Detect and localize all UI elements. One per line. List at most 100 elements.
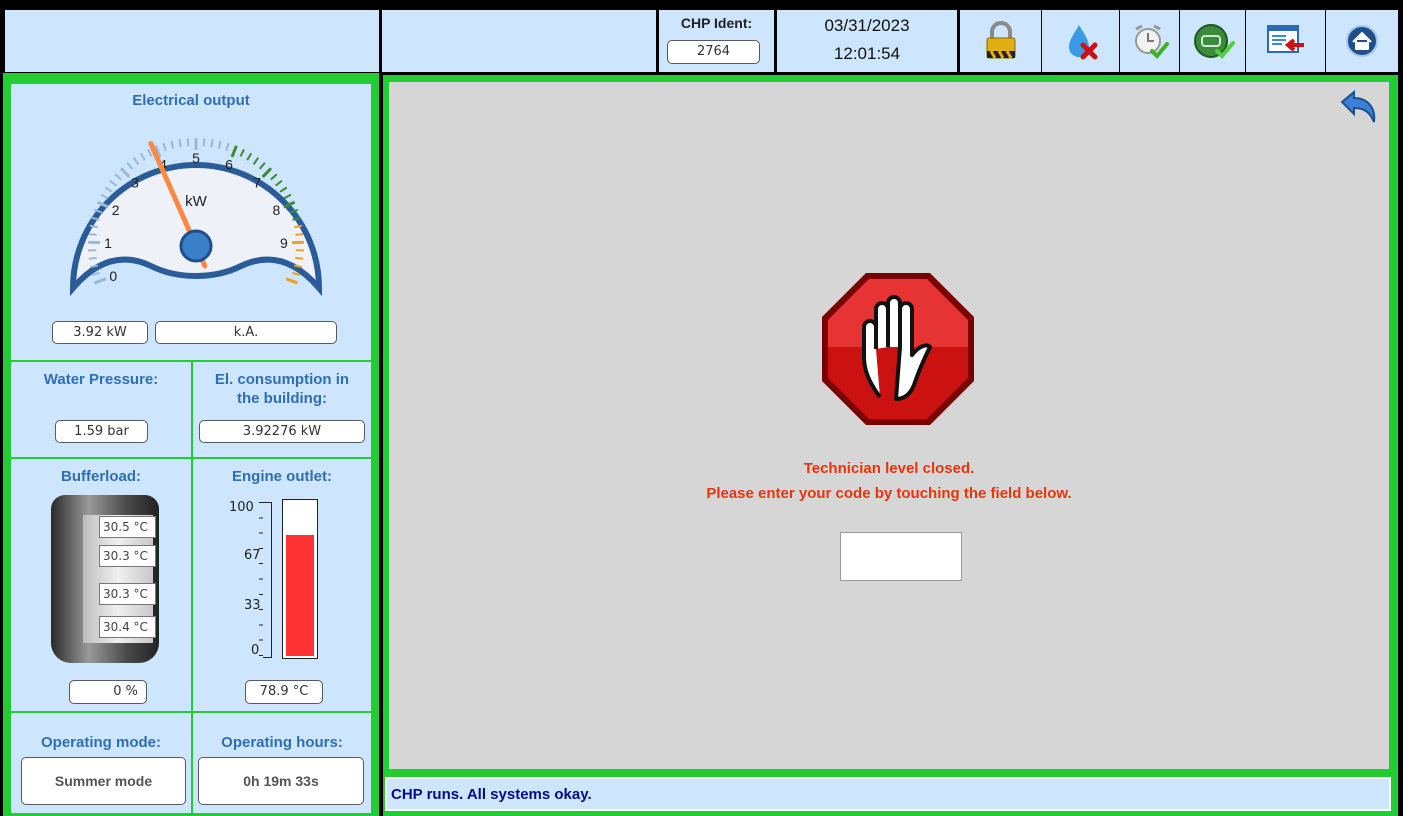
operating-hours-panel: Operating hours: 0h 19m 33s xyxy=(193,713,371,813)
datetime-cell: 03/31/2023 12:01:54 xyxy=(777,10,958,72)
technician-closed-text: Technician level closed. xyxy=(803,460,975,477)
gauge-tick xyxy=(295,232,304,236)
gauge-tick xyxy=(270,173,278,181)
top-blank xyxy=(382,10,657,72)
gauge-tick xyxy=(186,138,190,147)
gauge-tick xyxy=(261,167,273,178)
gauge-tick xyxy=(239,148,245,157)
water-status-button[interactable] xyxy=(1042,10,1120,72)
gauge-tick xyxy=(104,186,113,193)
consumption-value: 3.92276 kW xyxy=(199,420,365,443)
lock-button[interactable] xyxy=(960,10,1042,72)
engine-ok-icon xyxy=(1193,24,1235,59)
electrical-gauge: 01234 5 6789 kW xyxy=(69,138,323,297)
gauge-tick xyxy=(162,142,167,151)
gauge-scale-label: 2 xyxy=(112,202,120,218)
gauge-tick xyxy=(283,193,292,200)
buffer-temp-2: 30.3 °C xyxy=(99,545,156,567)
gauge-tick xyxy=(285,277,298,285)
electrical-output-value: 3.92 kW xyxy=(52,321,148,344)
gauge-tick xyxy=(109,179,117,187)
status-text: CHP runs. All systems okay. xyxy=(391,786,592,803)
operating-hours-value: 0h 19m 33s xyxy=(198,757,364,805)
gauge-scale-label: 9 xyxy=(280,235,288,251)
gauge-tick xyxy=(275,179,283,187)
engine-outlet-value: 78.9 °C xyxy=(245,680,323,704)
home-button[interactable] xyxy=(1326,10,1398,72)
gauge-tick xyxy=(88,256,97,260)
water-error-icon xyxy=(1068,25,1097,60)
gauge-tick xyxy=(295,256,304,260)
time-display: 12:01:54 xyxy=(833,44,901,63)
gauge-tick xyxy=(210,139,214,148)
gauge-tick xyxy=(279,186,288,193)
gauge-tick xyxy=(252,157,260,165)
electrical-output-panel: Electrical output 0123456789 kW 3.92 kW … xyxy=(11,84,371,360)
consumption-label-1: El. consumption in xyxy=(214,371,350,388)
status-bar: CHP runs. All systems okay. xyxy=(385,777,1391,811)
chp-ident-label: CHP Ident: xyxy=(680,15,753,31)
chp-ident-cell: CHP Ident: 2764 xyxy=(659,10,775,72)
bufferload-panel: Bufferload: 30.5 °C 30.3 °C 30.3 °C 30.4… xyxy=(11,459,191,711)
gauge-scale-label: 6 xyxy=(225,156,233,172)
gauge-tick xyxy=(88,232,97,236)
operating-mode-label: Operating mode: xyxy=(40,734,161,751)
gauge-hub xyxy=(179,229,213,263)
gauge-tick xyxy=(119,167,131,178)
top-left-blank xyxy=(5,10,380,72)
gauge-unit: kW xyxy=(185,193,208,210)
gauge-tick xyxy=(139,152,146,161)
gauge-tick xyxy=(132,157,140,165)
engine-scale-ticks xyxy=(259,502,263,656)
gauge-tick xyxy=(94,277,107,285)
bufferload-label: Bufferload: xyxy=(61,468,141,485)
gauge-tick xyxy=(202,138,206,147)
electrical-secondary-value: k.A. xyxy=(155,321,337,344)
consumption-panel: El. consumption in the building: 3.92276… xyxy=(193,362,371,457)
home-icon xyxy=(1346,25,1378,57)
gauge-scale-label: 3 xyxy=(131,175,139,191)
engine-bar-fill xyxy=(286,534,314,656)
gauge-tick xyxy=(246,152,253,161)
electrical-output-title: Electrical output xyxy=(132,92,250,109)
gauge-tick xyxy=(258,162,266,170)
operating-mode-value: Summer mode xyxy=(21,757,186,805)
operating-mode-panel: Operating mode: Summer mode xyxy=(11,713,191,813)
gauge-tick xyxy=(114,173,122,181)
exit-window-icon xyxy=(1266,25,1304,53)
gauge-tick xyxy=(225,142,230,151)
code-input-field[interactable] xyxy=(840,532,962,581)
gauge-scale-label: 1 xyxy=(104,235,112,251)
stop-hand-icon xyxy=(822,273,974,425)
water-pressure-value: 1.59 bar xyxy=(55,420,148,443)
gauge-scale-label: 7 xyxy=(253,175,261,191)
engine-tick-100: 100 xyxy=(229,500,254,515)
buffer-temp-3: 30.3 °C xyxy=(99,583,156,605)
gauge-tick xyxy=(126,162,134,170)
water-pressure-label: Water Pressure: xyxy=(43,371,159,388)
exit-window-button[interactable] xyxy=(1246,10,1326,72)
gauge-scale-label: 5 xyxy=(192,150,200,166)
gauge-scale-label: 8 xyxy=(272,202,280,218)
gauge-tick xyxy=(100,193,109,200)
gauge-tick xyxy=(170,140,175,149)
buffer-temp-4: 30.4 °C xyxy=(99,616,156,638)
enter-code-text: Please enter your code by touching the f… xyxy=(706,485,1072,502)
gauge-tick xyxy=(217,140,222,149)
engine-outlet-label: Engine outlet: xyxy=(232,468,332,485)
back-icon[interactable] xyxy=(1336,88,1380,128)
timer-status-button[interactable] xyxy=(1120,10,1180,72)
chp-ident-field: 2764 xyxy=(667,40,760,64)
water-pressure-panel: Water Pressure: 1.59 bar xyxy=(11,362,191,457)
lock-icon xyxy=(986,21,1015,59)
engine-scale xyxy=(263,502,272,658)
date-display: 03/31/2023 xyxy=(824,16,910,35)
buffer-temp-1: 30.5 °C xyxy=(99,516,156,538)
operating-hours-label: Operating hours: xyxy=(221,734,343,751)
gauge-tick xyxy=(147,148,153,157)
engine-outlet-panel: Engine outlet: 100 67 33 0 78.9 °C xyxy=(193,459,371,711)
engine-status-button[interactable] xyxy=(1180,10,1246,72)
alarm-clock-ok-icon xyxy=(1134,24,1169,59)
engine-bar-frame xyxy=(282,499,318,659)
gauge-tick xyxy=(178,139,182,148)
